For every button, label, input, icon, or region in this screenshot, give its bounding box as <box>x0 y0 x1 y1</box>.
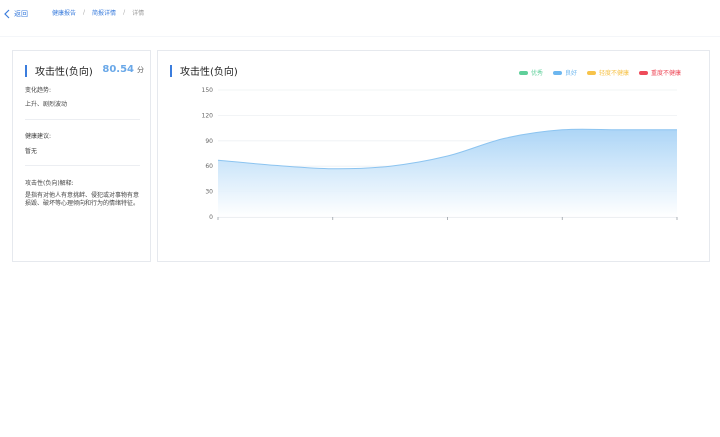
trend-label: 变化趋势: <box>25 87 52 94</box>
breadcrumb-current: 详情 <box>132 10 145 17</box>
breadcrumb-brief-detail[interactable]: 简报详情 <box>92 8 116 17</box>
y-tick-label: 0 <box>209 214 213 221</box>
series-area-fill <box>218 129 677 217</box>
area-chart: 0 30 60 90 120 150 <box>202 87 678 221</box>
y-tick-label: 30 <box>205 189 213 196</box>
y-tick-label: 150 <box>202 87 214 94</box>
advice-label: 健康建议: <box>25 133 52 140</box>
top-nav-bar: 返回 健康报告 / 简报详情 / 详情 <box>0 0 720 32</box>
section-divider <box>25 165 140 166</box>
detail-header: 攻击性(负向) <box>25 63 93 78</box>
y-tick-label: 60 <box>205 163 213 170</box>
breadcrumb: 健康报告 / 简报详情 / 详情 <box>52 8 144 17</box>
breadcrumb-health-report[interactable]: 健康报告 <box>52 8 76 17</box>
title-accent-bar <box>25 64 27 77</box>
y-tick-label: 90 <box>205 138 213 145</box>
breadcrumb-separator: / <box>123 9 126 16</box>
explain-label: 攻击性(负向)解释: <box>25 180 74 187</box>
chart-panel: 攻击性(负向) 优秀 良好 轻度不健康 重度不健康 0 30 60 90 120 15 <box>157 50 710 262</box>
y-tick-label: 120 <box>202 112 214 119</box>
score-value: 80.54 <box>102 64 134 75</box>
advice-value: 暂无 <box>25 148 38 155</box>
trend-value: 上升、剧烈波动 <box>25 101 68 108</box>
chevron-left-icon <box>4 9 10 19</box>
back-button[interactable]: 返回 <box>4 9 28 19</box>
header-divider <box>0 36 720 37</box>
back-label: 返回 <box>14 10 28 18</box>
breadcrumb-separator: / <box>83 9 86 16</box>
section-divider <box>25 119 140 120</box>
detail-panel: 攻击性(负向) 80.54 分 变化趋势: 上升、剧烈波动 健康建议: 暂无 攻… <box>12 50 151 262</box>
explain-text: 是指有对他人有意挑衅、侵犯或对事物有意损毁、破坏等心理倾向和行为的情绪特征。 <box>25 192 140 207</box>
score-display: 80.54 分 <box>102 64 144 75</box>
detail-title: 攻击性(负向) <box>35 67 93 78</box>
score-unit: 分 <box>137 66 144 74</box>
